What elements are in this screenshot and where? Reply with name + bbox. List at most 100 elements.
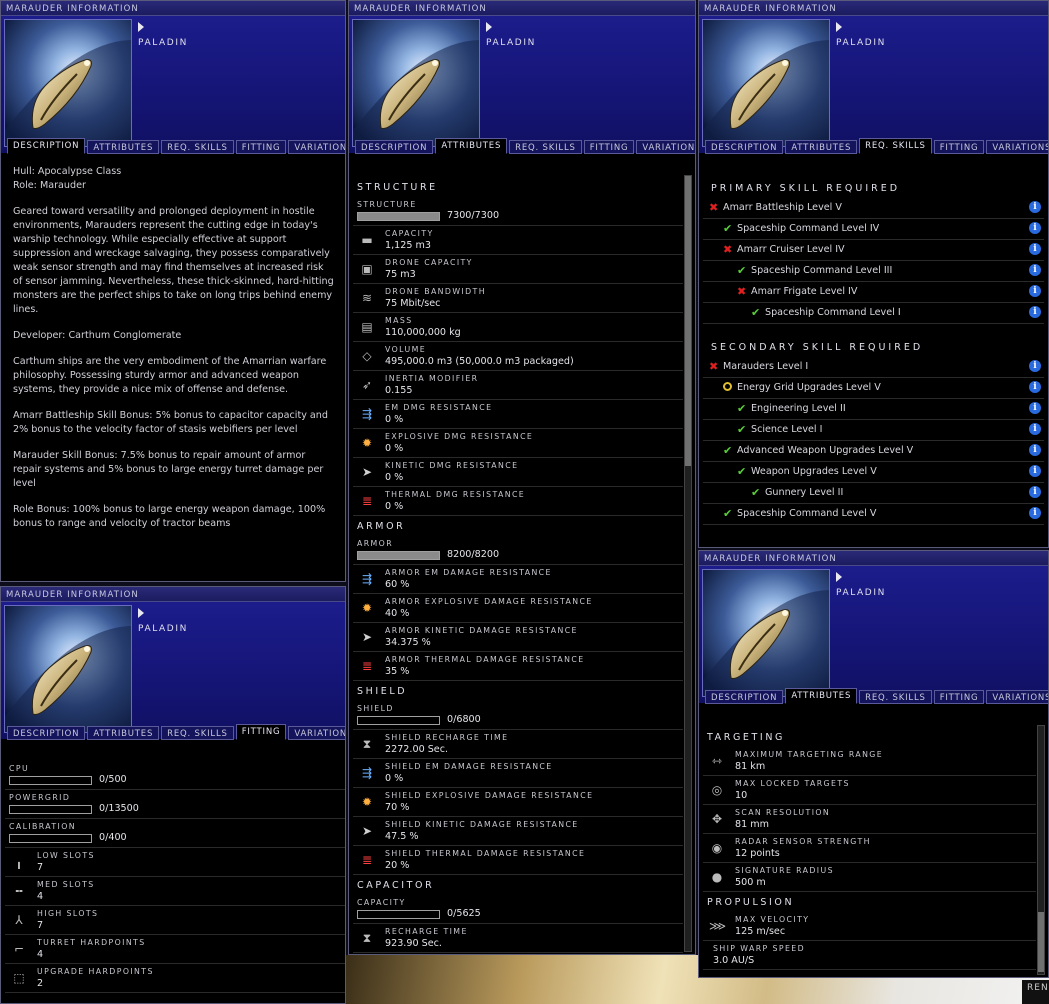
skill-row[interactable]: Energy Grid Upgrades Level V i xyxy=(703,378,1044,399)
tab-description[interactable]: DESCRIPTION xyxy=(705,140,784,154)
skills-list[interactable]: PRIMARY SKILL REQUIRED ✖ Amarr Battleship … xyxy=(699,171,1048,547)
skill-row[interactable]: ✔ Spaceship Command Level I i xyxy=(703,303,1044,324)
targeting-list[interactable]: TARGETING ⇿ MAXIMUM TARGETING RANGE 81 km ◎ M… xyxy=(699,721,1036,977)
expand-arrow-icon[interactable] xyxy=(836,572,842,582)
skill-row[interactable]: ✔ Spaceship Command Level III i xyxy=(703,261,1044,282)
skill-name: Spaceship Command Level V xyxy=(737,508,877,519)
signature-icon: ● xyxy=(711,870,723,884)
info-window-description[interactable]: MARAUDER INFORMATION PALADIN DESCRIPTION… xyxy=(0,0,346,582)
attribute-label: ARMOR KINETIC DAMAGE RESISTANCE xyxy=(385,626,578,635)
skill-row[interactable]: ✔ Science Level I i xyxy=(703,420,1044,441)
info-icon[interactable]: i xyxy=(1029,465,1041,477)
tab-variations[interactable]: VARIATIONS xyxy=(986,140,1048,154)
attribute-row: ⌐ TURRET HARDPOINTS 4 xyxy=(5,935,345,964)
tab-fitting[interactable]: FITTING xyxy=(235,724,287,740)
attribute-label: MED SLOTS xyxy=(37,880,95,889)
skill-row[interactable]: ✔ Spaceship Command Level V i xyxy=(703,504,1044,525)
window-title[interactable]: MARAUDER INFORMATION xyxy=(349,1,695,16)
tab-req-skills[interactable]: REQ. SKILLS xyxy=(161,140,234,154)
tab-variations[interactable]: VARIATIONS xyxy=(288,726,345,740)
attribute-row: ⧗ SHIELD RECHARGE TIME 2272.00 Sec. xyxy=(353,730,683,759)
info-icon[interactable]: i xyxy=(1029,243,1041,255)
attribute-row: ➤ ARMOR KINETIC DAMAGE RESISTANCE 34.375 % xyxy=(353,623,683,652)
skill-row[interactable]: ✖ Marauders Level I i xyxy=(703,357,1044,378)
bar-label: STRUCTURE xyxy=(357,200,417,209)
window-title[interactable]: MARAUDER INFORMATION xyxy=(699,551,1048,566)
tab-description[interactable]: DESCRIPTION xyxy=(7,726,86,740)
tab-attributes[interactable]: ATTRIBUTES xyxy=(435,138,508,154)
skill-row[interactable]: ✖ Amarr Battleship Level V i xyxy=(703,198,1044,219)
section-header: PROPULSION xyxy=(707,897,795,908)
info-icon[interactable]: i xyxy=(1029,423,1041,435)
tab-description[interactable]: DESCRIPTION xyxy=(355,140,434,154)
explosive-resist-icon: ✹ xyxy=(361,601,373,615)
fitting-list[interactable]: CPU 0/500 POWERGRID 0/13500 CALIBRATION 0/400… xyxy=(1,761,345,1003)
skill-row[interactable]: ✖ Amarr Frigate Level IV i xyxy=(703,282,1044,303)
skill-row[interactable]: ✔ Spaceship Command Level IV i xyxy=(703,219,1044,240)
scrollbar-thumb[interactable] xyxy=(1038,912,1044,972)
scrollbar-thumb[interactable] xyxy=(685,176,691,466)
ship-header: PALADIN DESCRIPTION ATTRIBUTES REQ. SKIL… xyxy=(1,16,345,154)
high-slot-icon: ⅄ xyxy=(15,913,23,927)
info-window-req-skills[interactable]: MARAUDER INFORMATION PALADIN DESCRIPTION… xyxy=(698,0,1049,548)
tab-fitting[interactable]: FITTING xyxy=(235,140,287,154)
window-title[interactable]: MARAUDER INFORMATION xyxy=(1,587,345,602)
gauge-bar xyxy=(357,212,440,221)
tab-attributes[interactable]: ATTRIBUTES xyxy=(785,688,858,704)
attribute-row: ≣ SHIELD THERMAL DAMAGE RESISTANCE 20 % xyxy=(353,846,683,875)
tab-description[interactable]: DESCRIPTION xyxy=(705,690,784,704)
tab-req-skills[interactable]: REQ. SKILLS xyxy=(161,726,234,740)
kinetic-resist-icon: ➤ xyxy=(361,630,373,644)
info-icon[interactable]: i xyxy=(1029,285,1041,297)
info-window-attributes-targeting[interactable]: MARAUDER INFORMATION PALADIN DESCRIPTION… xyxy=(698,550,1049,978)
info-icon[interactable]: i xyxy=(1029,444,1041,456)
tab-variations[interactable]: VARIATIONS xyxy=(986,690,1048,704)
info-icon[interactable]: i xyxy=(1029,381,1041,393)
developer-line: Developer: Carthum Conglomerate xyxy=(13,330,182,341)
ship-name: PALADIN xyxy=(836,38,886,48)
info-icon[interactable]: i xyxy=(1029,222,1041,234)
scrollbar[interactable] xyxy=(684,175,692,952)
info-window-fitting[interactable]: MARAUDER INFORMATION PALADIN DESCRIPTION… xyxy=(0,586,346,1004)
expand-arrow-icon[interactable] xyxy=(486,22,492,32)
tab-variations[interactable]: VARIATIONS xyxy=(288,140,345,154)
drone-bay-icon: ▣ xyxy=(361,262,373,276)
skill-row[interactable]: ✔ Gunnery Level II i xyxy=(703,483,1044,504)
info-icon[interactable]: i xyxy=(1029,402,1041,414)
checkmark-icon: ✔ xyxy=(723,222,733,235)
tab-req-skills[interactable]: REQ. SKILLS xyxy=(859,690,932,704)
attribute-row: ◇ VOLUME 495,000.0 m3 (50,000.0 m3 package… xyxy=(353,342,683,371)
info-icon[interactable]: i xyxy=(1029,201,1041,213)
info-icon[interactable]: i xyxy=(1029,264,1041,276)
info-icon[interactable]: i xyxy=(1029,486,1041,498)
tab-req-skills[interactable]: REQ. SKILLS xyxy=(509,140,582,154)
info-icon[interactable]: i xyxy=(1029,507,1041,519)
expand-arrow-icon[interactable] xyxy=(138,22,144,32)
hourglass-icon: ⧗ xyxy=(362,931,372,945)
tab-variations[interactable]: VARIATIONS xyxy=(636,140,695,154)
tab-fitting[interactable]: FITTING xyxy=(933,690,985,704)
attribute-value: 60 % xyxy=(385,579,410,590)
info-icon[interactable]: i xyxy=(1029,360,1041,372)
attributes-list[interactable]: STRUCTURE STRUCTURE 7300/7300 ▬ CAPACITY 1,12… xyxy=(349,171,683,954)
skill-row[interactable]: ✔ Advanced Weapon Upgrades Level V i xyxy=(703,441,1044,462)
missing-icon: ✖ xyxy=(723,243,733,256)
tab-fitting[interactable]: FITTING xyxy=(583,140,635,154)
tab-attributes[interactable]: ATTRIBUTES xyxy=(87,140,160,154)
expand-arrow-icon[interactable] xyxy=(138,608,144,618)
info-window-attributes[interactable]: MARAUDER INFORMATION PALADIN DESCRIPTION… xyxy=(348,0,696,955)
tab-attributes[interactable]: ATTRIBUTES xyxy=(87,726,160,740)
tab-attributes[interactable]: ATTRIBUTES xyxy=(785,140,858,154)
skill-row[interactable]: ✔ Weapon Upgrades Level V i xyxy=(703,462,1044,483)
info-icon[interactable]: i xyxy=(1029,306,1041,318)
tab-description[interactable]: DESCRIPTION xyxy=(7,138,86,154)
skill-row[interactable]: ✔ Engineering Level II i xyxy=(703,399,1044,420)
skill-row[interactable]: ✖ Amarr Cruiser Level IV i xyxy=(703,240,1044,261)
scrollbar[interactable] xyxy=(1037,725,1045,975)
window-title[interactable]: MARAUDER INFORMATION xyxy=(1,1,345,16)
window-title[interactable]: MARAUDER INFORMATION xyxy=(699,1,1048,16)
tab-req-skills[interactable]: REQ. SKILLS xyxy=(859,138,932,154)
velocity-icon: ⋙ xyxy=(709,919,727,933)
expand-arrow-icon[interactable] xyxy=(836,22,842,32)
tab-fitting[interactable]: FITTING xyxy=(933,140,985,154)
